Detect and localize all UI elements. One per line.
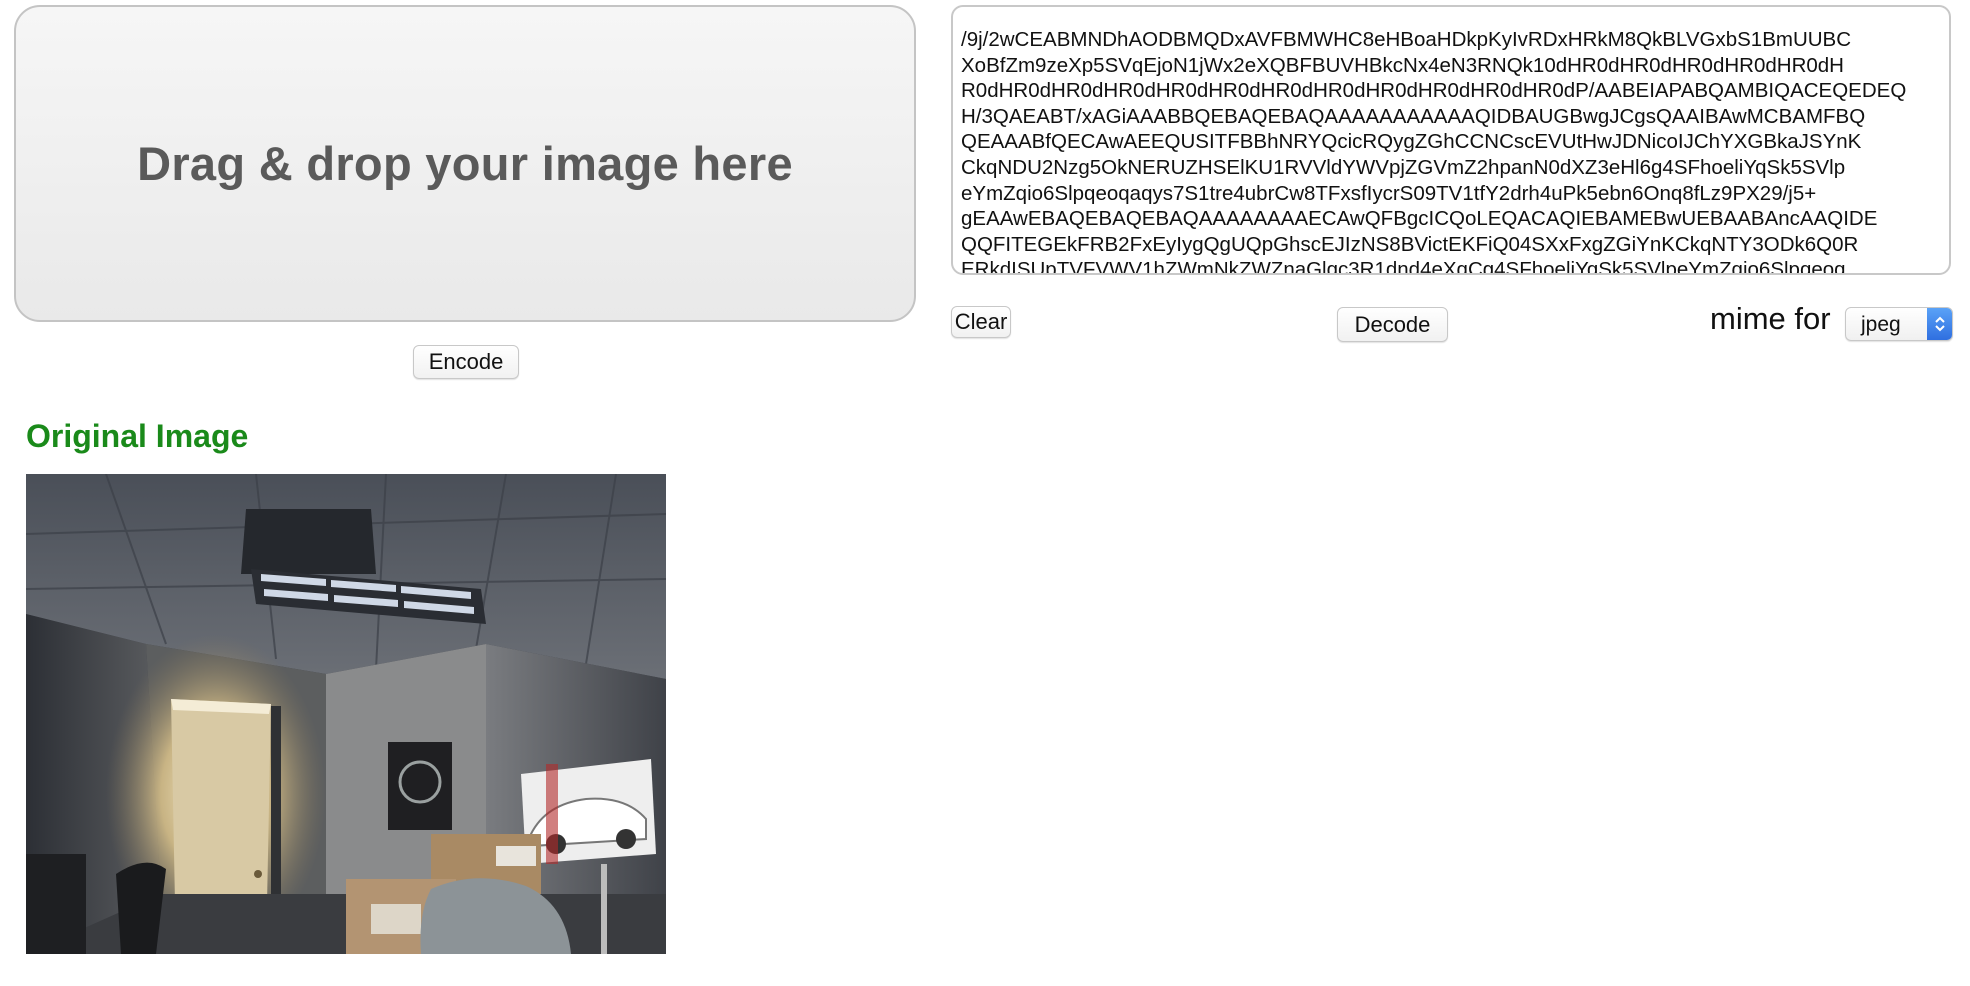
clear-button[interactable]: Clear (951, 306, 1011, 338)
original-image (26, 474, 666, 954)
dropzone-label: Drag & drop your image here (137, 137, 793, 190)
mime-select-value: jpeg (1861, 313, 1901, 336)
encode-button[interactable]: Encode (413, 345, 519, 379)
base64-text: /9j/2wCEABMNDhAODBMQDxAVFBMWHC8eHBoaHDkp… (961, 28, 1907, 275)
original-image-title: Original Image (26, 418, 249, 454)
image-dropzone[interactable]: Drag & drop your image here (14, 5, 916, 322)
mime-label: mime for (1710, 301, 1831, 336)
base64-textarea[interactable]: /9j/2wCEABMNDhAODBMQDxAVFBMWHC8eHBoaHDkp… (951, 5, 1951, 275)
select-arrows-icon (1927, 308, 1952, 340)
mime-select[interactable]: jpeg (1845, 307, 1953, 341)
decode-button[interactable]: Decode (1337, 307, 1448, 342)
